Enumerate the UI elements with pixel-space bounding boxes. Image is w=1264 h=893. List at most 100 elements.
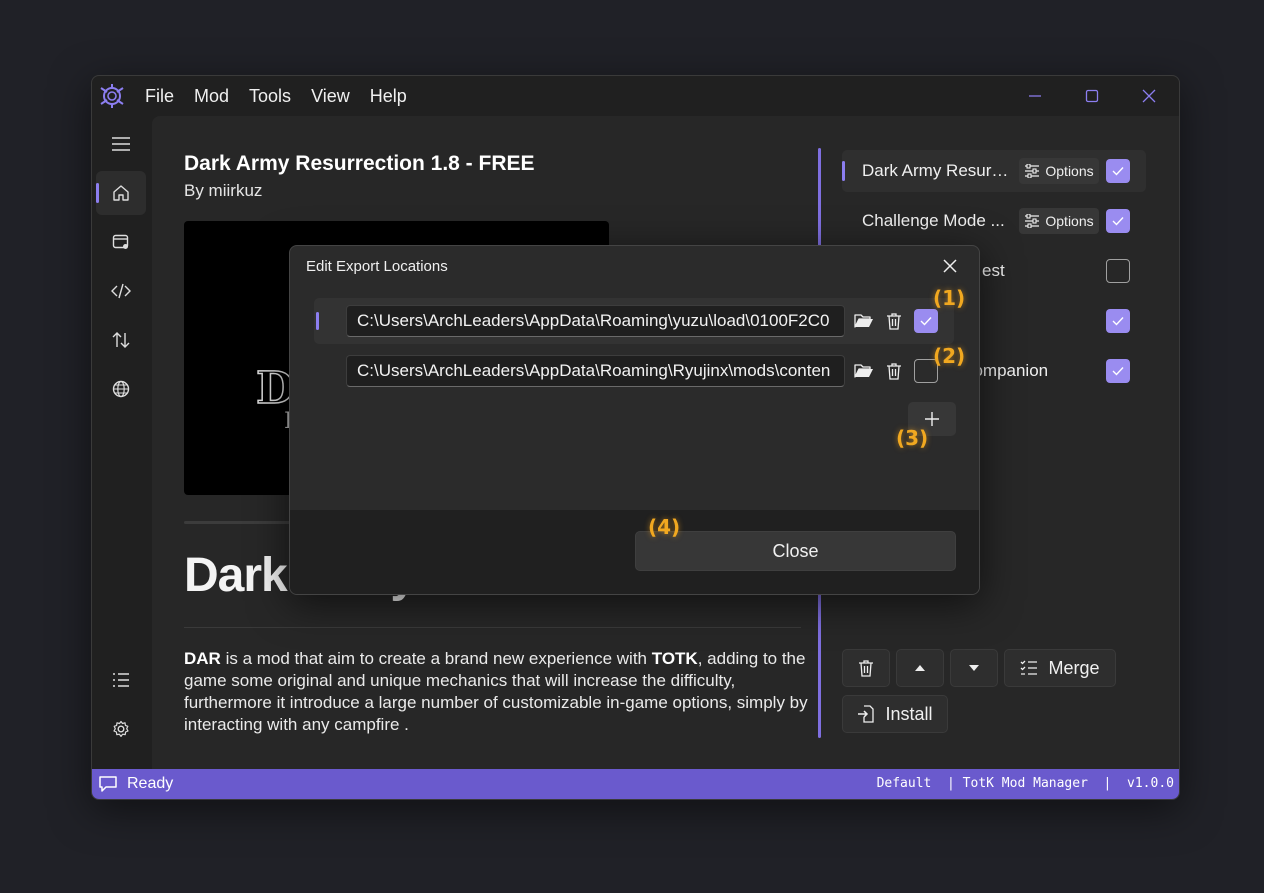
annotation-marker: (1) xyxy=(933,286,966,310)
list-icon xyxy=(113,673,129,687)
delete-location-button[interactable] xyxy=(880,307,908,335)
dialog-footer: Close xyxy=(290,510,979,594)
check-icon xyxy=(920,317,932,326)
trash-icon xyxy=(859,660,873,677)
menu-view[interactable]: View xyxy=(311,86,350,107)
menu-mod[interactable]: Mod xyxy=(194,86,229,107)
delete-mod-button[interactable] xyxy=(842,649,890,687)
options-button[interactable]: Options xyxy=(1019,208,1099,234)
chat-bubble-icon xyxy=(99,776,117,792)
annotation-marker: (3) xyxy=(896,426,929,450)
check-icon xyxy=(1112,217,1124,226)
caret-down-icon xyxy=(969,665,979,671)
delete-location-button[interactable] xyxy=(880,357,908,385)
desc-bold: DAR xyxy=(184,649,221,668)
gear-icon xyxy=(113,720,129,737)
hamburger-icon xyxy=(112,137,130,151)
check-icon xyxy=(1112,167,1124,176)
mod-enable-checkbox[interactable] xyxy=(1106,159,1130,183)
mod-enable-checkbox[interactable] xyxy=(1106,309,1130,333)
check-icon xyxy=(1112,367,1124,376)
title-bar: File Mod Tools View Help xyxy=(92,76,1179,116)
globe-icon xyxy=(112,380,130,398)
window-close-button[interactable] xyxy=(1134,84,1164,108)
minimize-icon xyxy=(1029,95,1041,97)
menu-file[interactable]: File xyxy=(145,86,174,107)
sidebar-menu-toggle[interactable] xyxy=(96,122,146,166)
mod-list-item[interactable]: Challenge Mode ... Options xyxy=(842,200,1146,242)
close-icon xyxy=(943,259,957,273)
maximize-button[interactable] xyxy=(1077,84,1107,108)
folder-open-icon xyxy=(854,314,873,328)
mod-description: DAR is a mod that aim to create a brand … xyxy=(184,648,814,736)
mod-name: n xyxy=(962,311,1114,331)
mod-name: Dark Army Resurrection 1.8 - FREE xyxy=(862,161,1014,180)
dialog-close-x-button[interactable] xyxy=(938,254,962,278)
annotation-marker: (2) xyxy=(933,344,966,368)
sidebar xyxy=(92,116,152,769)
browse-folder-button[interactable] xyxy=(850,357,878,385)
options-button[interactable]: Options xyxy=(1019,158,1099,184)
sidebar-item-transfer[interactable] xyxy=(96,318,146,362)
sliders-icon xyxy=(1025,164,1040,178)
divider xyxy=(184,627,801,628)
check-icon xyxy=(1112,317,1124,326)
dialog-title: Edit Export Locations xyxy=(306,258,448,275)
export-path-input[interactable] xyxy=(346,355,845,387)
sidebar-item-web[interactable] xyxy=(96,367,146,411)
mod-enable-checkbox[interactable] xyxy=(1106,259,1130,283)
annotation-marker: (4) xyxy=(648,515,681,539)
close-icon xyxy=(1142,89,1156,103)
options-label: Options xyxy=(1045,163,1094,179)
plus-icon xyxy=(925,412,939,426)
app-logo-icon xyxy=(100,84,124,108)
import-icon xyxy=(858,705,875,723)
sidebar-item-code[interactable] xyxy=(96,269,146,313)
merge-button[interactable]: Merge xyxy=(1004,649,1116,687)
status-text: Ready xyxy=(127,775,174,792)
trash-icon xyxy=(887,313,901,330)
desc-text: is a mod that aim to create a brand new … xyxy=(220,649,652,668)
sliders-icon xyxy=(1025,214,1040,228)
code-icon xyxy=(111,283,131,299)
menu-tools[interactable]: Tools xyxy=(249,86,291,107)
mod-title: Dark Army Resurrection 1.8 - FREE xyxy=(184,152,535,175)
status-bar: Ready Default | TotK Mod Manager | v1.0.… xyxy=(92,769,1179,799)
sidebar-item-home[interactable] xyxy=(96,171,146,215)
maximize-icon xyxy=(1085,89,1099,103)
mod-list-item[interactable]: Dark Army Resurrection 1.8 - FREE Option… xyxy=(842,150,1146,192)
mod-enable-checkbox[interactable] xyxy=(1106,359,1130,383)
close-button[interactable]: Close xyxy=(635,531,956,571)
sidebar-item-browser[interactable] xyxy=(96,220,146,264)
export-path-input[interactable] xyxy=(346,305,845,337)
home-icon xyxy=(113,185,129,201)
mod-name-text: Challenge Mode xyxy=(862,211,986,230)
folder-open-icon xyxy=(854,364,873,378)
move-up-button[interactable] xyxy=(896,649,944,687)
trash-icon xyxy=(887,363,901,380)
export-location-row[interactable] xyxy=(314,348,954,394)
mod-author: By miirkuz xyxy=(184,181,263,200)
sidebar-item-settings[interactable] xyxy=(96,707,146,751)
window-settings-icon xyxy=(112,234,129,249)
mod-name: Challenge Mode ... xyxy=(862,211,1005,230)
checklist-icon xyxy=(1021,660,1038,675)
export-location-row[interactable] xyxy=(314,298,954,344)
options-label: Options xyxy=(1045,213,1094,229)
mod-enable-checkbox[interactable] xyxy=(1106,209,1130,233)
browse-folder-button[interactable] xyxy=(850,307,878,335)
install-button[interactable]: Install xyxy=(842,695,948,733)
edit-export-locations-dialog: Edit Export Locations Close xyxy=(289,245,980,595)
location-enable-checkbox[interactable] xyxy=(914,309,938,333)
merge-label: Merge xyxy=(1048,657,1100,678)
status-info: Default | TotK Mod Manager | v1.0.0 xyxy=(876,776,1174,791)
minimize-button[interactable] xyxy=(1020,84,1050,108)
menu-help[interactable]: Help xyxy=(370,86,407,107)
sidebar-item-logs[interactable] xyxy=(96,658,146,702)
menu-bar: File Mod Tools View Help xyxy=(145,86,407,107)
desc-bold: TOTK xyxy=(651,649,698,668)
caret-up-icon xyxy=(915,665,925,671)
move-down-button[interactable] xyxy=(950,649,998,687)
install-label: Install xyxy=(885,703,933,724)
sort-arrows-icon xyxy=(112,332,130,348)
